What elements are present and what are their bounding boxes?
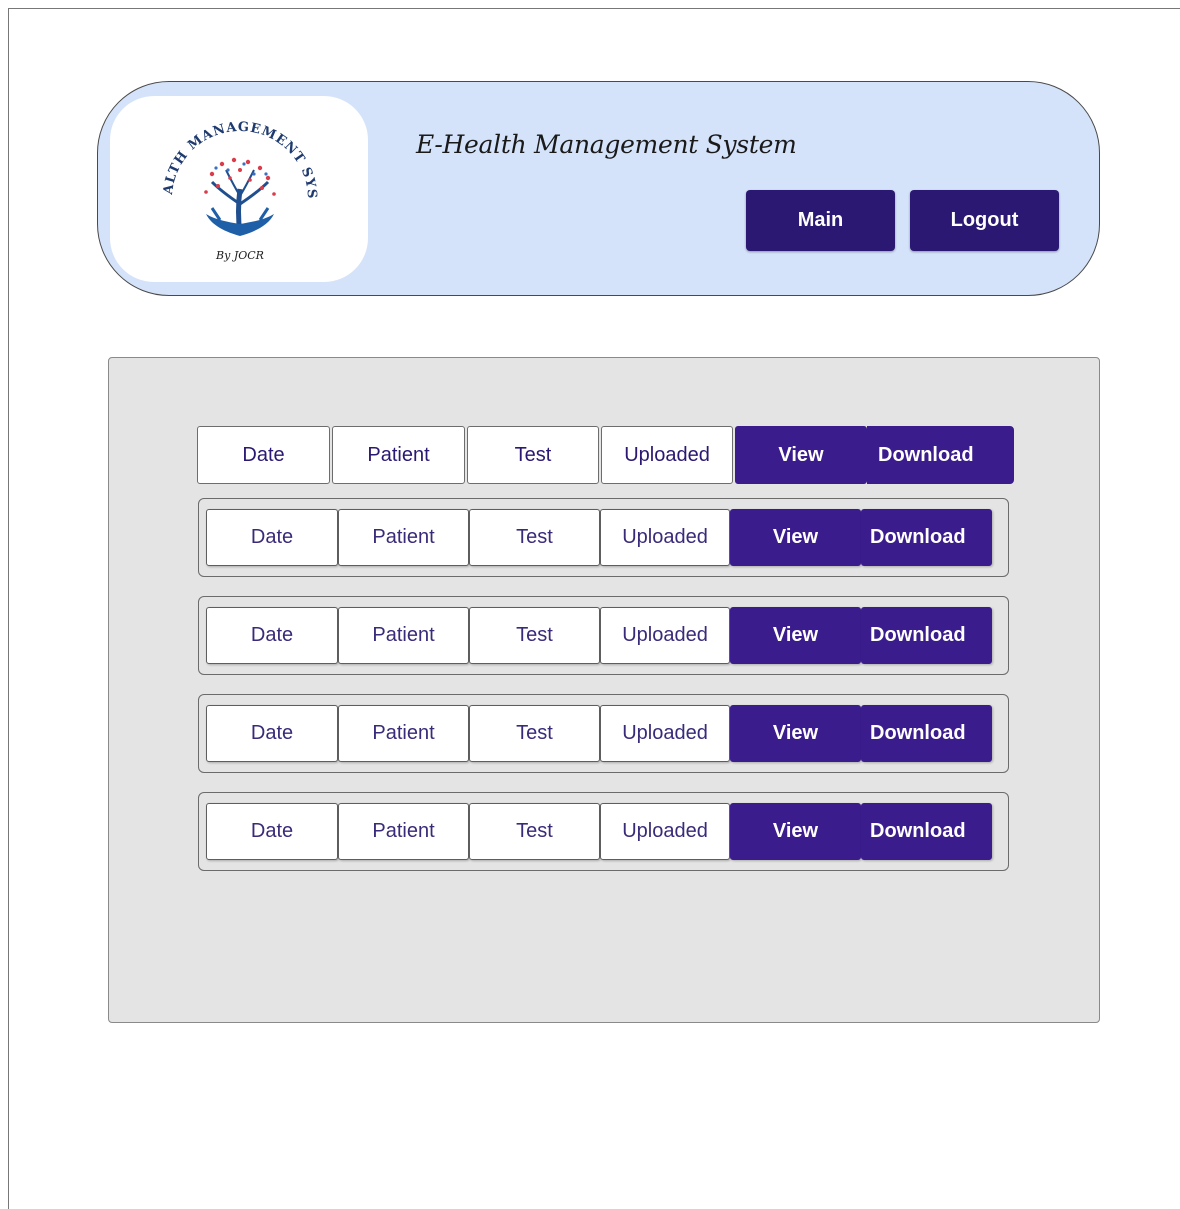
column-patient: Patient xyxy=(332,426,465,484)
record-patient: Patient xyxy=(338,607,469,664)
record-test: Test xyxy=(469,705,600,762)
record-uploaded: Uploaded xyxy=(600,803,730,860)
tree-hands-logo-icon: E-HEALTH MANAGEMENT SYSTEM xyxy=(150,104,318,262)
view-button[interactable]: View xyxy=(730,705,861,762)
record-patient: Patient xyxy=(338,509,469,566)
record-uploaded: Uploaded xyxy=(600,607,730,664)
record-date: Date xyxy=(206,803,338,860)
download-button[interactable]: Download xyxy=(861,705,992,762)
view-button[interactable]: View xyxy=(730,803,861,860)
download-button[interactable]: Download xyxy=(861,509,992,566)
record-test: Test xyxy=(469,509,600,566)
list-item: Date Patient Test Uploaded View Download xyxy=(198,596,1009,675)
column-test: Test xyxy=(467,426,599,484)
column-header-row: Date Patient Test Uploaded View Download xyxy=(197,426,1014,484)
view-button[interactable]: View xyxy=(730,607,861,664)
download-button[interactable]: Download xyxy=(861,607,992,664)
column-date: Date xyxy=(197,426,330,484)
logout-button[interactable]: Logout xyxy=(910,190,1059,251)
record-date: Date xyxy=(206,705,338,762)
record-uploaded: Uploaded xyxy=(600,705,730,762)
records-list: Date Patient Test Uploaded View Download… xyxy=(198,498,1009,890)
app-header: E-HEALTH MANAGEMENT SYSTEM xyxy=(97,81,1100,296)
logo: E-HEALTH MANAGEMENT SYSTEM xyxy=(110,96,368,282)
main-button[interactable]: Main xyxy=(746,190,895,251)
reports-panel: Date Patient Test Uploaded View Download… xyxy=(108,357,1100,1023)
record-uploaded: Uploaded xyxy=(600,509,730,566)
column-view[interactable]: View xyxy=(735,426,867,484)
record-patient: Patient xyxy=(338,705,469,762)
column-download[interactable]: Download xyxy=(867,426,1014,484)
record-test: Test xyxy=(469,803,600,860)
record-test: Test xyxy=(469,607,600,664)
record-patient: Patient xyxy=(338,803,469,860)
list-item: Date Patient Test Uploaded View Download xyxy=(198,498,1009,577)
record-date: Date xyxy=(206,607,338,664)
list-item: Date Patient Test Uploaded View Download xyxy=(198,792,1009,871)
column-uploaded: Uploaded xyxy=(601,426,733,484)
list-item: Date Patient Test Uploaded View Download xyxy=(198,694,1009,773)
record-date: Date xyxy=(206,509,338,566)
download-button[interactable]: Download xyxy=(861,803,992,860)
logo-byline: By JOCR xyxy=(215,249,264,262)
app-title: E-Health Management System xyxy=(416,130,797,159)
view-button[interactable]: View xyxy=(730,509,861,566)
